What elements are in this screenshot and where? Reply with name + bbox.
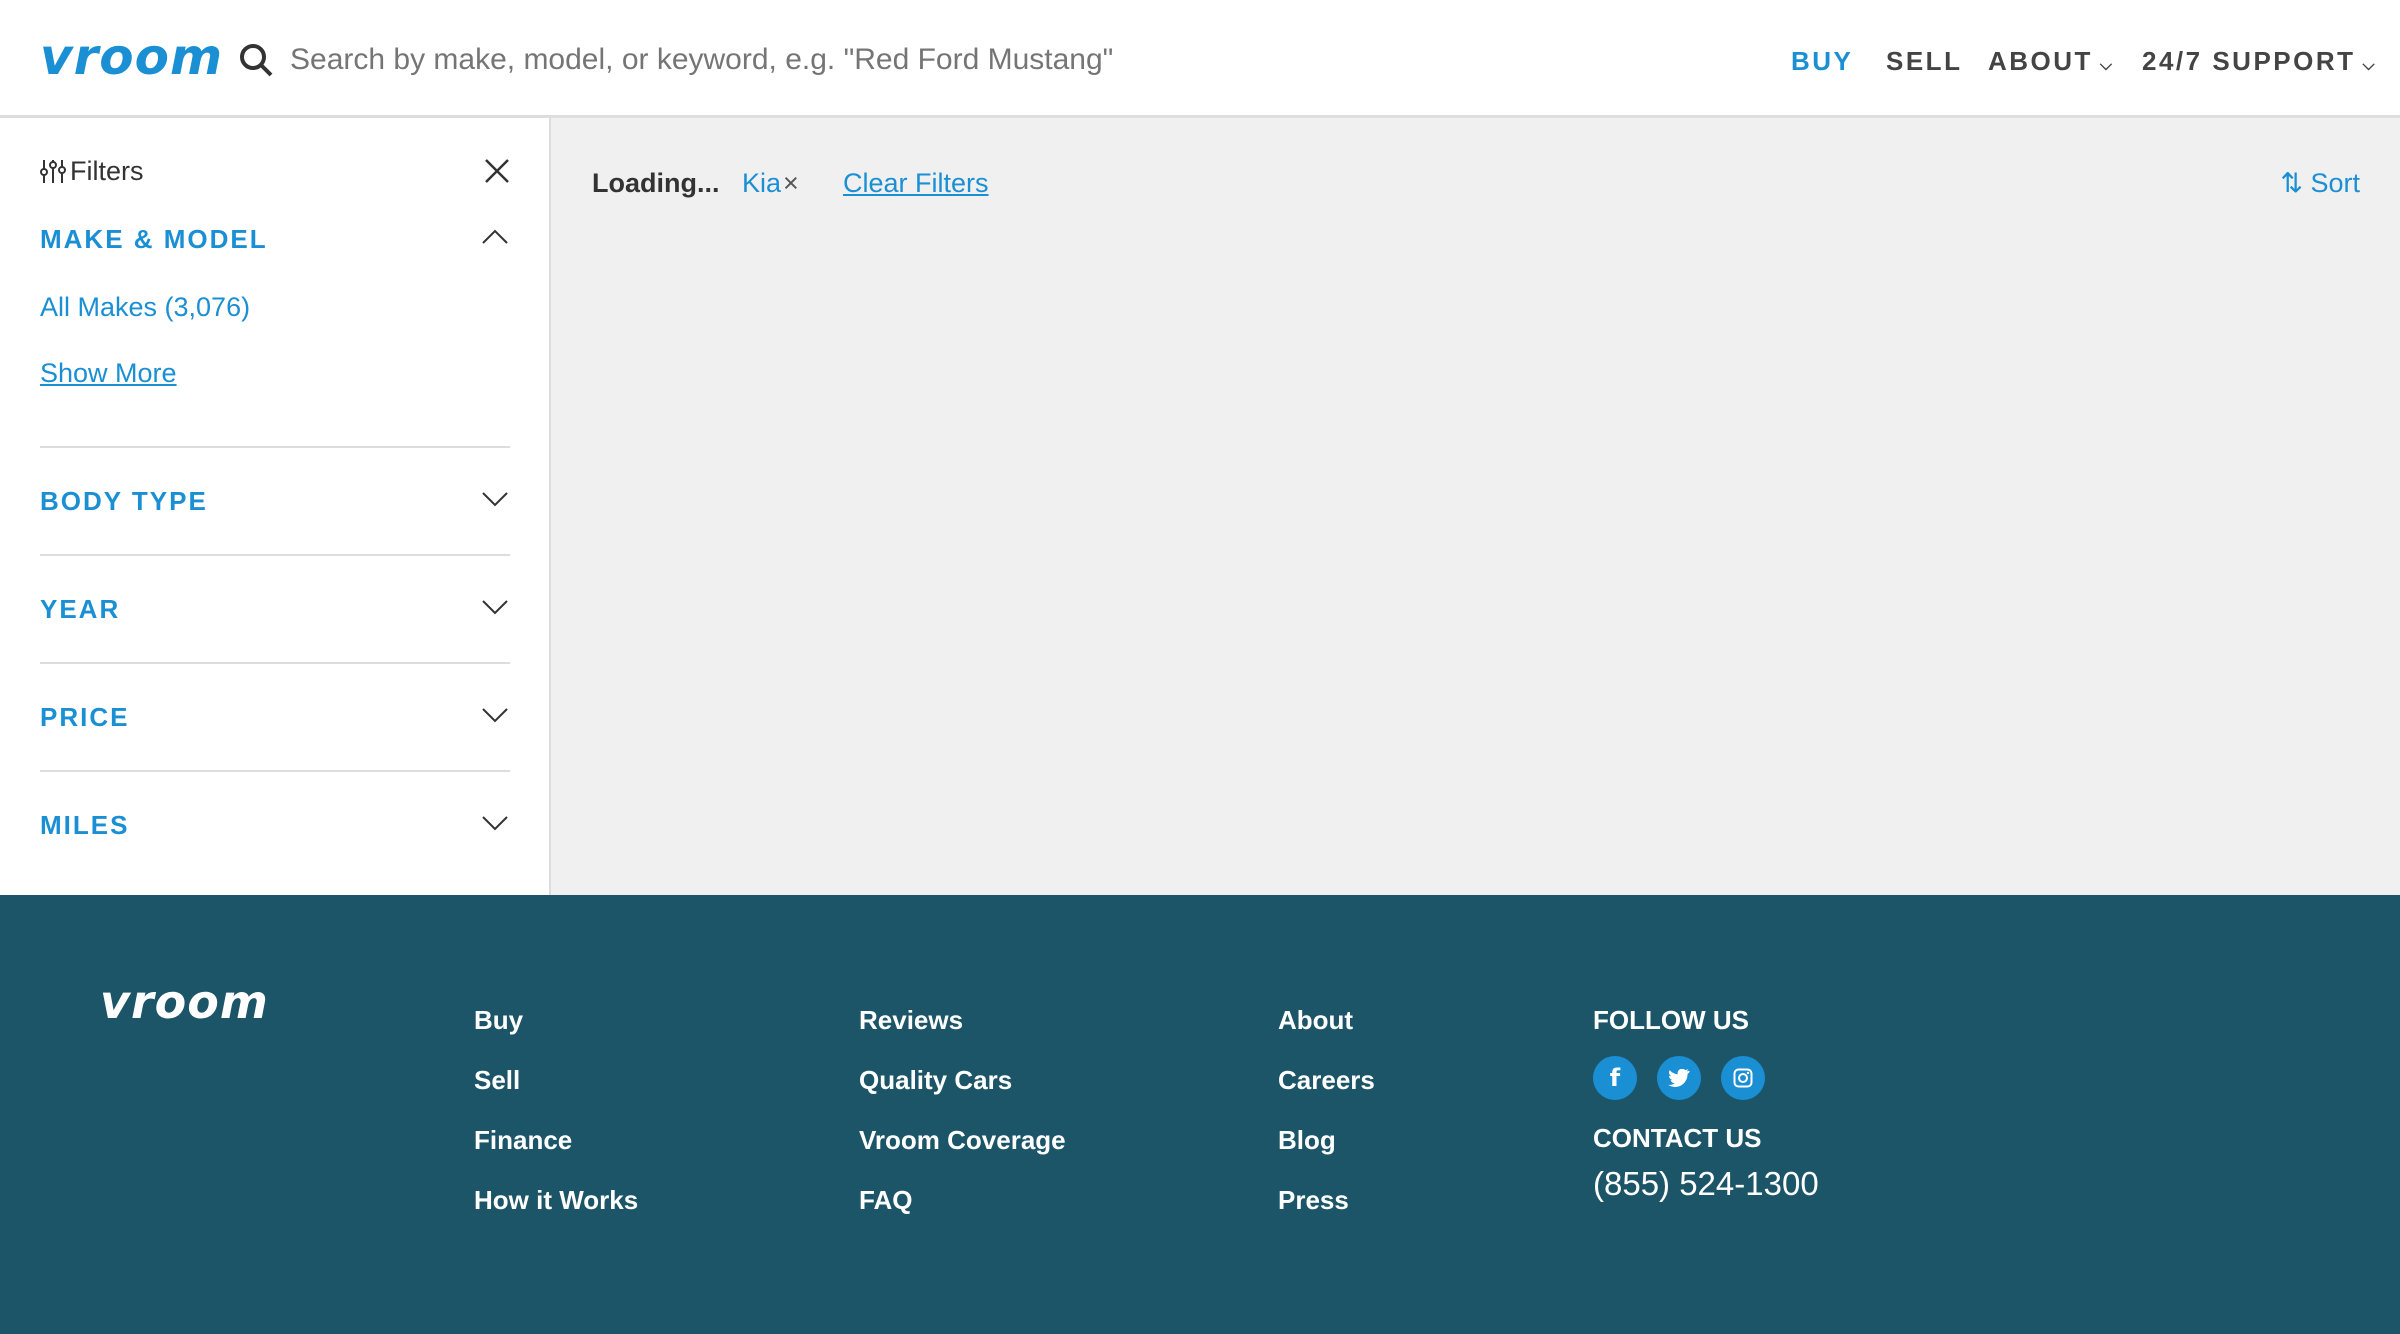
contact-us-heading: CONTACT US bbox=[1593, 1123, 1762, 1153]
close-icon[interactable] bbox=[484, 158, 510, 184]
footer-link-press[interactable]: Press bbox=[1278, 1185, 1349, 1216]
footer-link-how-it-works[interactable]: How it Works bbox=[474, 1185, 638, 1216]
filters-title: Filters bbox=[70, 156, 144, 186]
footer-link-blog[interactable]: Blog bbox=[1278, 1125, 1336, 1156]
chevron-down-icon: ⌵ bbox=[2355, 57, 2378, 74]
clear-filters-link[interactable]: Clear Filters bbox=[843, 168, 989, 199]
footer-link-buy[interactable]: Buy bbox=[474, 1005, 523, 1036]
instagram-icon[interactable] bbox=[1721, 1056, 1765, 1100]
nav-support-label: 24/7 SUPPORT bbox=[2142, 46, 2356, 76]
twitter-icon[interactable] bbox=[1657, 1056, 1701, 1100]
footer-link-about[interactable]: About bbox=[1278, 1005, 1353, 1036]
nav-about[interactable]: ABOUT ⌵ bbox=[1988, 46, 2115, 77]
section-make-model[interactable]: MAKE & MODEL bbox=[40, 224, 268, 255]
vroom-logo[interactable]: vroom bbox=[40, 28, 223, 86]
chevron-up-icon[interactable] bbox=[482, 224, 508, 250]
phone-number[interactable]: (855) 524-1300 bbox=[1593, 1165, 1819, 1203]
chevron-down-icon[interactable] bbox=[482, 486, 508, 512]
footer-link-coverage[interactable]: Vroom Coverage bbox=[859, 1125, 1066, 1156]
chevron-down-icon[interactable] bbox=[482, 810, 508, 836]
remove-icon[interactable]: × bbox=[783, 168, 799, 198]
section-price[interactable]: PRICE bbox=[40, 702, 129, 733]
top-header: vroom BUY SELL ABOUT ⌵ 24/7 SUPPORT ⌵ bbox=[0, 0, 2400, 118]
footer-link-quality-cars[interactable]: Quality Cars bbox=[859, 1065, 1012, 1096]
footer: vroom Buy Sell Finance How it Works Revi… bbox=[0, 895, 2400, 1334]
nav-buy[interactable]: BUY bbox=[1791, 46, 1853, 77]
section-year[interactable]: YEAR bbox=[40, 594, 120, 625]
sort-icon: ⇅ bbox=[2280, 168, 2303, 198]
divider bbox=[40, 446, 510, 448]
footer-link-reviews[interactable]: Reviews bbox=[859, 1005, 963, 1036]
facebook-icon[interactable]: f bbox=[1593, 1056, 1637, 1100]
sort-label: Sort bbox=[2310, 168, 2360, 198]
divider bbox=[40, 662, 510, 664]
all-makes-option[interactable]: All Makes (3,076) bbox=[40, 292, 250, 323]
sliders-icon bbox=[40, 160, 66, 183]
divider bbox=[40, 770, 510, 772]
section-miles[interactable]: MILES bbox=[40, 810, 129, 841]
nav-support[interactable]: 24/7 SUPPORT ⌵ bbox=[2142, 46, 2377, 77]
section-body-type[interactable]: BODY TYPE bbox=[40, 486, 208, 517]
loading-status: Loading... bbox=[592, 168, 720, 198]
chevron-down-icon[interactable] bbox=[482, 702, 508, 728]
chevron-down-icon[interactable] bbox=[482, 594, 508, 620]
chip-label: Kia bbox=[742, 168, 782, 198]
show-more-link[interactable]: Show More bbox=[40, 358, 177, 389]
sort-button[interactable]: ⇅ Sort bbox=[2280, 168, 2360, 199]
filters-sidebar: Filters MAKE & MODEL All Makes (3,076) S… bbox=[0, 118, 551, 895]
footer-logo[interactable]: vroom bbox=[100, 975, 269, 1029]
footer-link-sell[interactable]: Sell bbox=[474, 1065, 520, 1096]
footer-link-finance[interactable]: Finance bbox=[474, 1125, 572, 1156]
results-area: Loading... Kia× Clear Filters ⇅ Sort bbox=[551, 118, 2400, 895]
divider bbox=[40, 554, 510, 556]
search-input[interactable] bbox=[290, 34, 1190, 86]
follow-us-heading: FOLLOW US bbox=[1593, 1005, 1749, 1035]
footer-link-faq[interactable]: FAQ bbox=[859, 1185, 912, 1216]
nav-about-label: ABOUT bbox=[1988, 46, 2093, 76]
footer-link-careers[interactable]: Careers bbox=[1278, 1065, 1375, 1096]
chevron-down-icon: ⌵ bbox=[2092, 57, 2115, 74]
filter-chip-kia[interactable]: Kia× bbox=[742, 168, 799, 199]
nav-sell[interactable]: SELL bbox=[1886, 46, 1962, 77]
search-icon bbox=[240, 44, 273, 77]
